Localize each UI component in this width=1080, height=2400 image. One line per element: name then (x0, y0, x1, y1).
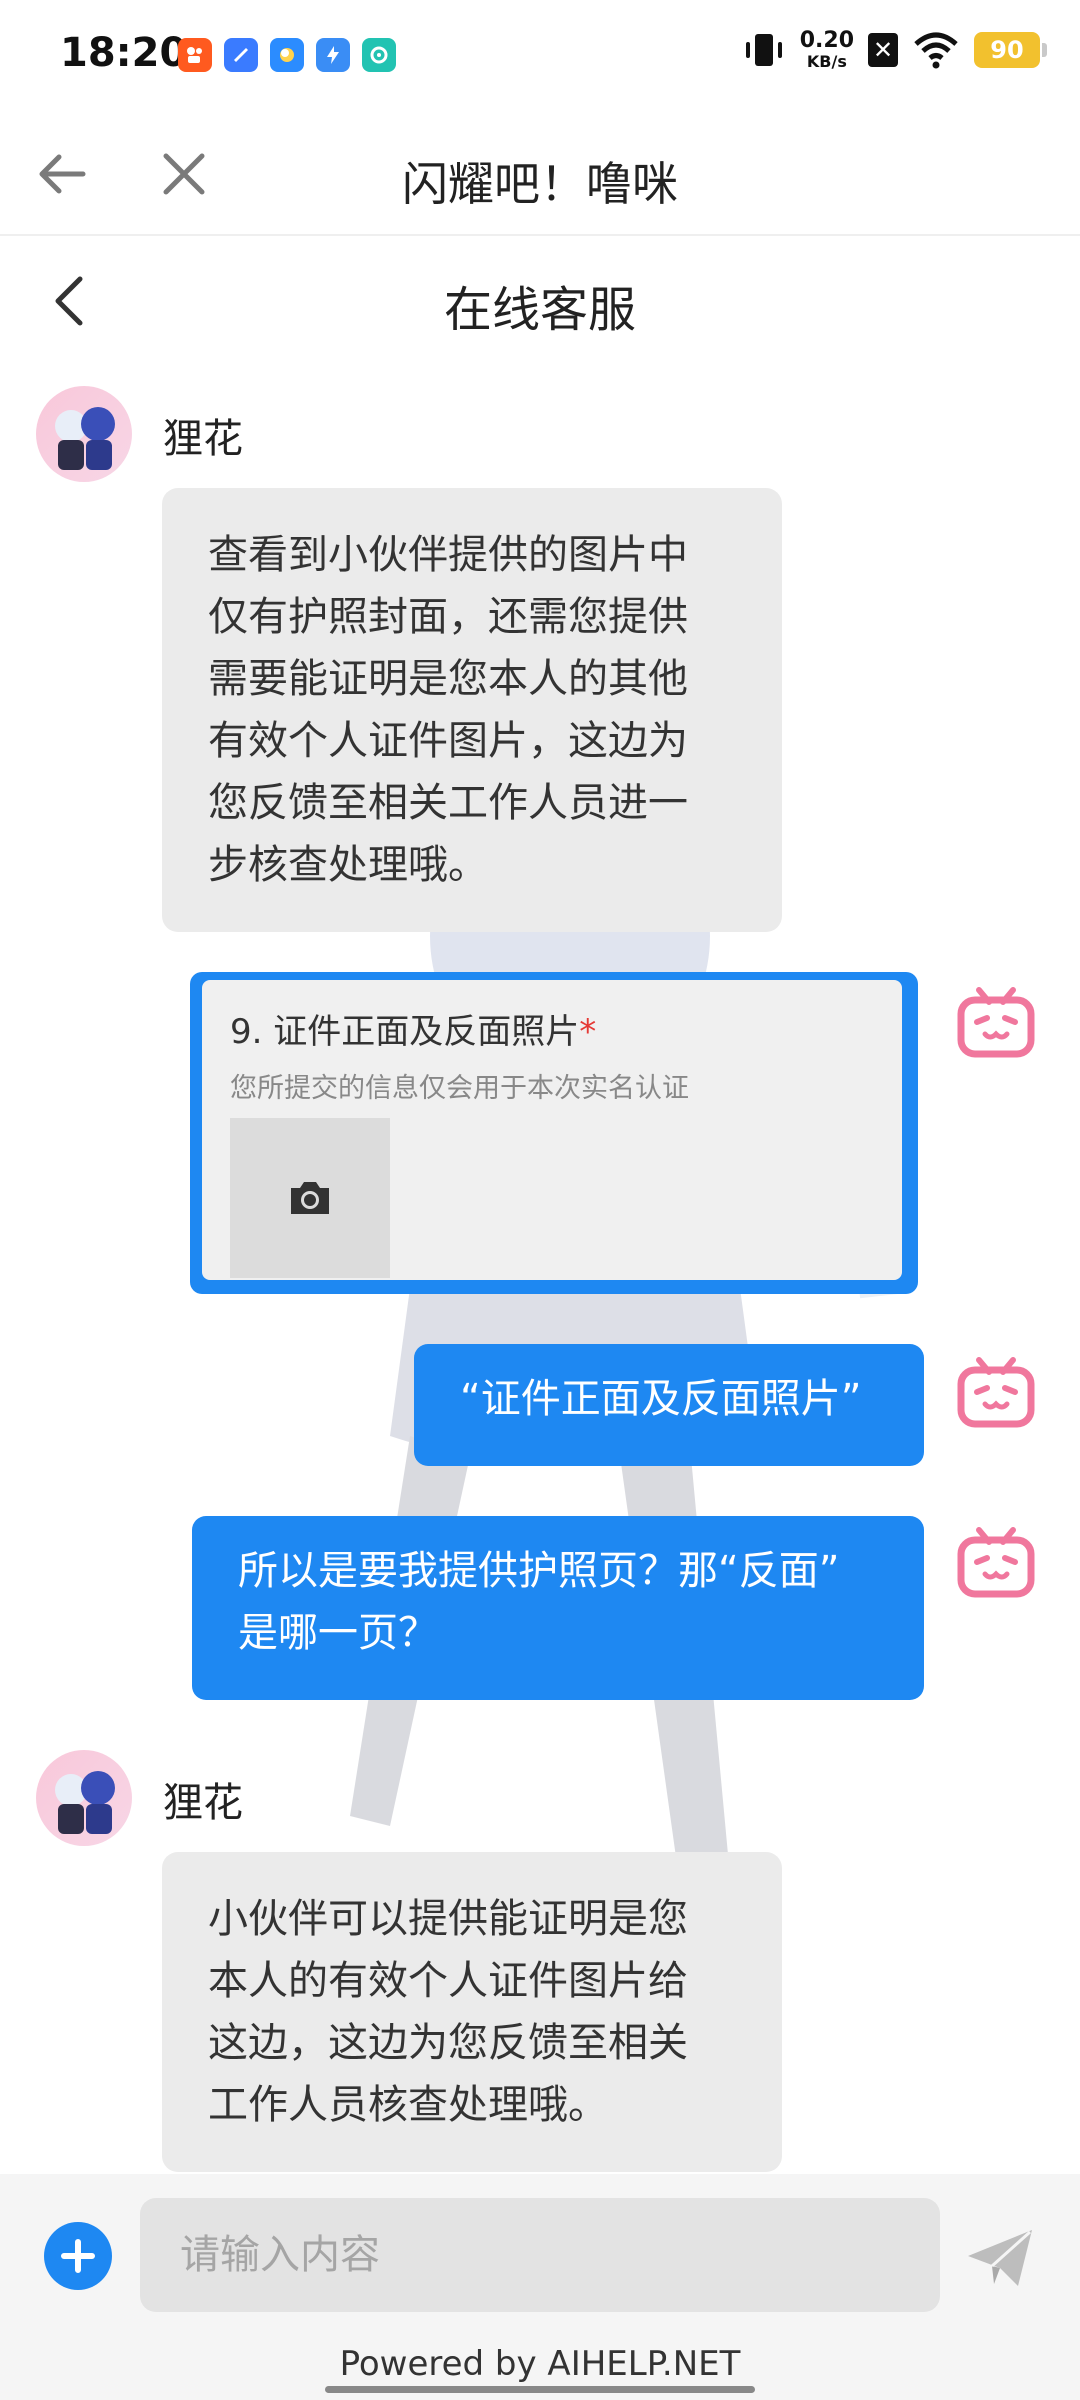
message-line: 需要能证明是您本人的其他 (208, 656, 688, 702)
status-time: 18:20 (60, 30, 188, 76)
camera-icon (291, 1182, 329, 1214)
chat-area[interactable]: 狸花 查看到小伙伴提供的图片中 仅有护照封面，还需您提供 需要能证明是您本人的其… (0, 366, 1080, 2174)
required-mark: * (579, 1012, 597, 1052)
wifi-icon (914, 32, 958, 69)
message-line: 小伙伴可以提供能证明是您 (208, 1896, 688, 1942)
user-avatar-bilibili-icon[interactable] (957, 1526, 1035, 1598)
net-speed-unit: KB/s (806, 52, 847, 71)
form-note: 您所提交的信息仅会用于本次实名认证 (230, 1073, 689, 1104)
message-line: 工作人员核查处理哦。 (208, 2082, 608, 2128)
photo-upload-button[interactable] (230, 1118, 390, 1278)
user-avatar-bilibili-icon[interactable] (957, 1356, 1035, 1428)
battery-indicator: 90 (974, 32, 1047, 68)
browser-header: 闪耀吧！噜咪 (0, 112, 1080, 236)
agent-message-bubble: 小伙伴可以提供能证明是您 本人的有效个人证件图片给 这边，这边为您反馈至相关 工… (162, 1852, 782, 2172)
avatar-image (55, 407, 115, 470)
message-line: 本人的有效个人证件图片给 (208, 1958, 688, 2004)
message-line: 是哪一页？ (238, 1610, 438, 1656)
message-line: 您反馈至相关工作人员进一 (208, 780, 688, 826)
net-speed-value: 0.20 (799, 28, 854, 53)
user-message-bubble: “证件正面及反面照片” (414, 1344, 924, 1466)
agent-avatar[interactable] (36, 386, 132, 482)
qq-browser-icon (270, 38, 304, 72)
notes-icon (224, 38, 258, 72)
message-line: 仅有护照封面，还需您提供 (208, 594, 688, 640)
plus-icon (61, 2239, 95, 2273)
vibrate-icon (745, 34, 782, 66)
form-question: 9. 证件正面及反面照片* (230, 1004, 596, 1053)
blue-app-icon (316, 38, 350, 72)
message-line: 这边，这边为您反馈至相关 (208, 2020, 688, 2066)
avatar-image (55, 1771, 115, 1834)
agent-name: 狸花 (163, 416, 243, 462)
no-sim-icon: ✕ (868, 33, 898, 67)
form-card-body: 9. 证件正面及反面照片* 您所提交的信息仅会用于本次实名认证 (202, 980, 902, 1280)
home-indicator[interactable] (325, 2386, 755, 2393)
kuaishou-icon (178, 38, 212, 72)
send-icon (968, 2230, 1032, 2286)
add-attachment-button[interactable] (44, 2222, 112, 2290)
status-bar: 18:20 0.20 KB/s ✕ 90 (0, 0, 1080, 112)
message-input-bar (0, 2174, 1080, 2334)
send-button[interactable] (960, 2218, 1040, 2298)
message-text: “证件正面及反面照片” (460, 1376, 862, 1422)
agent-avatar[interactable] (36, 1750, 132, 1846)
message-line: 查看到小伙伴提供的图片中 (208, 532, 688, 578)
message-input[interactable] (140, 2198, 940, 2312)
agent-name: 狸花 (163, 1780, 243, 1826)
message-line: 步核查处理哦。 (208, 842, 488, 888)
form-card-message[interactable]: 9. 证件正面及反面照片* 您所提交的信息仅会用于本次实名认证 (190, 972, 918, 1294)
message-line: 所以是要我提供护照页？那“反面” (238, 1548, 840, 1594)
page-title: 在线客服 (443, 282, 636, 338)
teal-app-icon (362, 38, 396, 72)
status-right: 0.20 KB/s ✕ 90 (742, 30, 1047, 70)
page-header: 在线客服 (0, 236, 1080, 366)
user-avatar-bilibili-icon[interactable] (957, 986, 1035, 1058)
user-message-bubble: 所以是要我提供护照页？那“反面” 是哪一页？ (192, 1516, 924, 1700)
form-question-text: 9. 证件正面及反面照片 (230, 1012, 580, 1052)
net-speed: 0.20 KB/s (800, 30, 854, 70)
notification-icons (178, 38, 396, 72)
agent-message-bubble: 查看到小伙伴提供的图片中 仅有护照封面，还需您提供 需要能证明是您本人的其他 有… (162, 488, 782, 932)
message-line: 有效个人证件图片，这边为 (208, 718, 688, 764)
browser-title: 闪耀吧！噜咪 (402, 157, 678, 211)
